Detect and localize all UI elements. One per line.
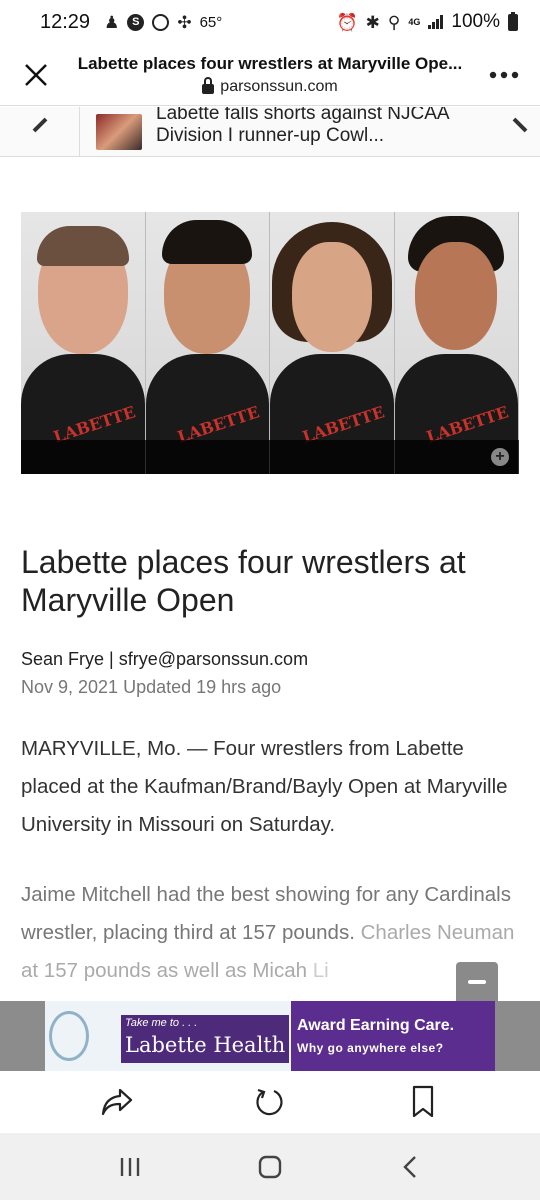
chevron-left-icon: [32, 117, 47, 132]
fan-icon: ✣: [177, 12, 192, 32]
ad-subline: Why go anywhere else?: [297, 1041, 444, 1055]
ad-brand-panel: Take me to . . . Labette Health: [45, 1001, 291, 1071]
recents-icon: [120, 1157, 140, 1176]
ad-message-panel: Award Earning Care. Why go anywhere else…: [291, 1001, 495, 1071]
status-bar: 12:29 ♟ S ✣ 65° ⏰ ✱ ⚲ 4G 100%: [0, 0, 540, 44]
share-button[interactable]: [97, 1082, 137, 1122]
minus-icon: [468, 980, 486, 984]
stethoscope-icon: [49, 1011, 89, 1061]
hero-photo[interactable]: LABETTE LABETTE LABETTE LABETTE +: [21, 212, 519, 474]
signal-icon: [428, 15, 444, 29]
home-icon: [258, 1155, 282, 1178]
zoom-in-icon[interactable]: +: [491, 448, 509, 466]
lock-icon: [202, 76, 215, 94]
ad-collapse-button[interactable]: [456, 962, 498, 1002]
article-paragraph-2: Jaime Mitchell had the best showing for …: [21, 876, 521, 990]
battery-icon: [508, 11, 518, 31]
article-byline[interactable]: Sean Frye | sfrye@parsonssun.com: [21, 649, 308, 670]
wrestler-photo-2: LABETTE: [145, 212, 270, 474]
article-date: Nov 9, 2021 Updated 19 hrs ago: [21, 677, 282, 697]
bluetooth-icon: ✱: [365, 12, 380, 32]
bookmark-button[interactable]: [403, 1082, 443, 1122]
system-nav-bar: [0, 1133, 540, 1200]
domain-row: parsonssun.com: [202, 76, 338, 96]
related-article-thumbnail[interactable]: [96, 113, 142, 150]
bookmark-icon: [413, 1085, 434, 1118]
related-article-link[interactable]: Labette falls shorts against NJCAA Divis…: [156, 107, 500, 147]
title-block: Labette places four wrestlers at Maryvil…: [72, 54, 468, 96]
wrestler-photo-1: LABETTE: [21, 212, 146, 474]
ad-brand-name: Labette Health: [125, 1033, 286, 1057]
hero-caption-bar: [21, 440, 519, 474]
location-icon: ⚲: [387, 12, 401, 32]
status-left: 12:29 ♟ S ✣ 65°: [40, 11, 222, 34]
browser-page-title: Labette places four wrestlers at Maryvil…: [77, 53, 463, 73]
battery-percent: 100%: [451, 11, 500, 32]
domain-text: parsonssun.com: [220, 77, 338, 95]
back-button[interactable]: [390, 1147, 430, 1187]
status-temperature: 65°: [199, 13, 223, 31]
network-label: 4G: [408, 16, 421, 27]
ad-tagline: Take me to . . .: [125, 1017, 198, 1029]
refresh-button[interactable]: [250, 1082, 290, 1122]
refresh-icon: [256, 1088, 283, 1116]
wrestler-photo-4: LABETTE: [394, 212, 519, 474]
next-article-button[interactable]: [500, 117, 540, 147]
app-s-icon: S: [127, 13, 145, 31]
article-headline: Labette places four wrestlers at Maryvil…: [21, 544, 466, 618]
alarm-icon: ⏰: [336, 12, 358, 32]
article-paragraph-1: MARYVILLE, Mo. — Four wrestlers from Lab…: [21, 737, 508, 836]
bottom-toolbar: [0, 1071, 540, 1133]
app-ring-icon: [152, 13, 170, 31]
recents-button[interactable]: [110, 1147, 150, 1187]
wrestler-photo-3: LABETTE: [270, 212, 395, 474]
paragraph-2-text-c: Li: [312, 959, 329, 982]
more-options-button[interactable]: [468, 44, 540, 106]
close-button[interactable]: [0, 44, 72, 106]
status-time: 12:29: [40, 10, 91, 33]
ad-headline: Award Earning Care.: [297, 1017, 455, 1034]
home-button[interactable]: [250, 1147, 290, 1187]
back-icon: [403, 1155, 416, 1178]
advertisement[interactable]: Take me to . . . Labette Health Award Ea…: [45, 1001, 495, 1071]
share-icon: [101, 1088, 132, 1116]
chevron-right-icon: [512, 117, 528, 132]
more-icon: [489, 71, 519, 78]
prev-article-button[interactable]: [0, 107, 80, 156]
browser-header: Labette places four wrestlers at Maryvil…: [0, 44, 540, 106]
status-right: ⏰ ✱ ⚲ 4G 100%: [336, 11, 518, 33]
notification-icon: ♟: [104, 12, 120, 32]
close-icon: [25, 63, 47, 86]
related-articles-strip: Labette falls shorts against NJCAA Divis…: [0, 107, 540, 157]
